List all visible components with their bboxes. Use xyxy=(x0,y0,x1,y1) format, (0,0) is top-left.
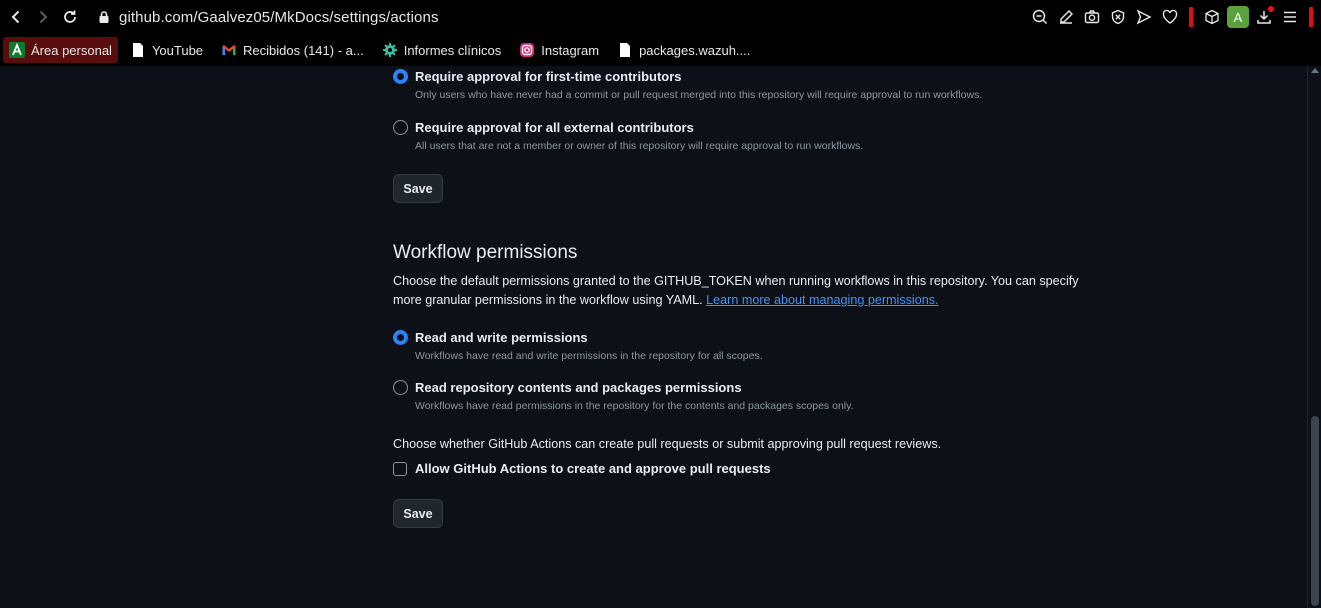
separator-red xyxy=(1189,7,1193,27)
pr-prompt: Choose whether GitHub Actions can create… xyxy=(393,437,942,451)
radio-description: All users that are not a member or owner… xyxy=(415,140,864,152)
send-icon xyxy=(1136,9,1152,25)
bookmark-label: packages.wazuh.... xyxy=(639,42,751,58)
bookmark-label: Informes clínicos xyxy=(403,42,502,58)
radio-button[interactable] xyxy=(393,380,408,395)
send-button[interactable] xyxy=(1131,0,1157,34)
scrollbar[interactable] xyxy=(1307,66,1321,608)
zoom-out-icon xyxy=(1032,9,1048,25)
radio-label: Require approval for first-time contribu… xyxy=(415,69,682,84)
radio-button[interactable] xyxy=(393,120,408,135)
allow-pr-checkbox[interactable] xyxy=(393,461,407,476)
profile-button[interactable]: A xyxy=(1225,0,1251,34)
heart-icon xyxy=(1162,9,1178,24)
address-bar[interactable]: github.com/Gaalvez05/MkDocs/settings/act… xyxy=(97,0,439,34)
favorites-button[interactable] xyxy=(1157,0,1183,34)
radio-first-time-contributors[interactable]: Require approval for first-time contribu… xyxy=(393,68,982,102)
radio-label: Require approval for all external contri… xyxy=(415,120,694,135)
workflow-intro: Choose the default permissions granted t… xyxy=(393,272,1083,310)
chevron-left-icon xyxy=(11,10,19,24)
learn-more-link[interactable]: Learn more about managing permissions. xyxy=(706,293,938,307)
extensions-button[interactable] xyxy=(1199,0,1225,34)
bookmark-youtube[interactable]: YouTube xyxy=(124,37,209,63)
avatar: A xyxy=(1227,6,1249,28)
checkbox-label: Allow GitHub Actions to create and appro… xyxy=(415,461,771,476)
cube-icon xyxy=(1205,9,1219,25)
back-button[interactable] xyxy=(2,0,29,34)
menu-button[interactable] xyxy=(1277,0,1303,34)
scroll-thumb[interactable] xyxy=(1311,416,1319,606)
zoom-button[interactable] xyxy=(1027,0,1053,34)
radio-label: Read repository contents and packages pe… xyxy=(415,380,742,395)
notification-dot xyxy=(1268,6,1274,12)
bookmarks-bar: Área personal YouTube Recibidos (141) - … xyxy=(0,34,1321,66)
bookmark-wazuh[interactable]: packages.wazuh.... xyxy=(611,37,756,63)
url-text: github.com/Gaalvez05/MkDocs/settings/act… xyxy=(119,8,439,26)
menu-icon xyxy=(1284,11,1296,23)
bookmark-label: Área personal xyxy=(31,42,112,58)
gmail-icon xyxy=(221,42,237,58)
edit-icon xyxy=(1060,10,1073,24)
shield-x-icon xyxy=(1111,9,1125,25)
lock-icon xyxy=(99,11,109,23)
allow-pr-checkbox-row[interactable]: Allow GitHub Actions to create and appro… xyxy=(393,461,771,476)
scroll-up-arrow-icon[interactable] xyxy=(1311,68,1319,73)
forward-button[interactable] xyxy=(29,0,56,34)
save-workflow-button[interactable]: Save xyxy=(393,499,443,528)
chevron-right-icon xyxy=(39,10,47,24)
reload-button[interactable] xyxy=(56,0,83,34)
radio-read-write[interactable]: Read and write permissions Workflows hav… xyxy=(393,329,763,363)
bookmark-label: Instagram xyxy=(541,42,600,58)
andalucia-logo-icon xyxy=(9,42,25,58)
instagram-icon xyxy=(519,42,535,58)
camera-icon xyxy=(1084,10,1100,24)
adblock-button[interactable] xyxy=(1105,0,1131,34)
radio-description: Only users who have never had a commit o… xyxy=(415,89,983,101)
radio-label: Read and write permissions xyxy=(415,330,588,345)
bookmark-area-personal[interactable]: Área personal xyxy=(3,37,118,63)
bookmark-label: YouTube xyxy=(151,42,204,58)
downloads-button[interactable] xyxy=(1251,0,1277,34)
radio-read-only[interactable]: Read repository contents and packages pe… xyxy=(393,379,854,413)
page-icon xyxy=(130,42,146,58)
edit-button[interactable] xyxy=(1053,0,1079,34)
radio-button[interactable] xyxy=(393,69,408,84)
browser-toolbar: github.com/Gaalvez05/MkDocs/settings/act… xyxy=(0,0,1321,34)
bookmark-gmail[interactable]: Recibidos (141) - a... xyxy=(215,37,370,63)
separator-red xyxy=(1309,7,1313,27)
gear-icon xyxy=(382,42,398,58)
bookmark-informes[interactable]: Informes clínicos xyxy=(376,37,508,63)
radio-all-external-contributors[interactable]: Require approval for all external contri… xyxy=(393,119,863,153)
radio-description: Workflows have read permissions in the r… xyxy=(415,400,854,412)
bookmark-instagram[interactable]: Instagram xyxy=(513,37,605,63)
bookmark-label: Recibidos (141) - a... xyxy=(243,42,364,58)
save-approval-button[interactable]: Save xyxy=(393,174,443,203)
reload-icon xyxy=(63,10,76,23)
radio-description: Workflows have read and write permission… xyxy=(415,350,763,362)
screenshot-button[interactable] xyxy=(1079,0,1105,34)
radio-button[interactable] xyxy=(393,330,408,345)
section-heading: Workflow permissions xyxy=(393,242,578,263)
page-icon xyxy=(617,42,633,58)
